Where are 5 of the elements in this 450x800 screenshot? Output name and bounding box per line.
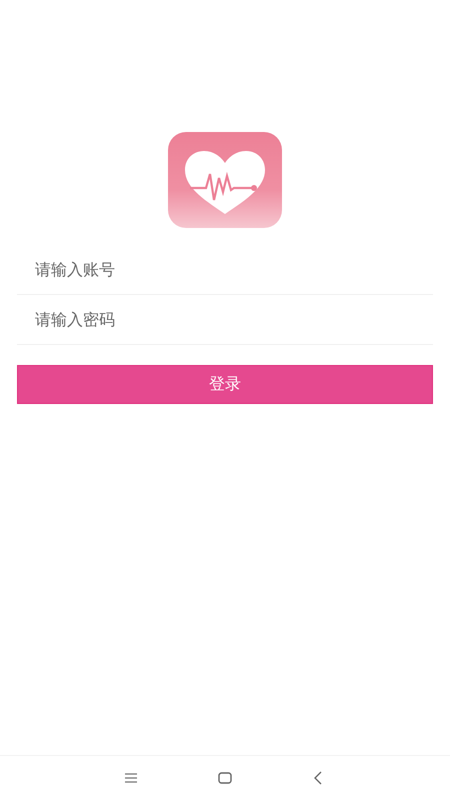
home-icon[interactable]: [217, 770, 233, 786]
input-field[interactable]: 请输入账号: [17, 245, 433, 294]
input-field[interactable]: 请输入密码: [17, 295, 433, 344]
login-button[interactable]: 登录: [17, 365, 433, 404]
heart-pulse-logo-icon: [168, 132, 282, 228]
